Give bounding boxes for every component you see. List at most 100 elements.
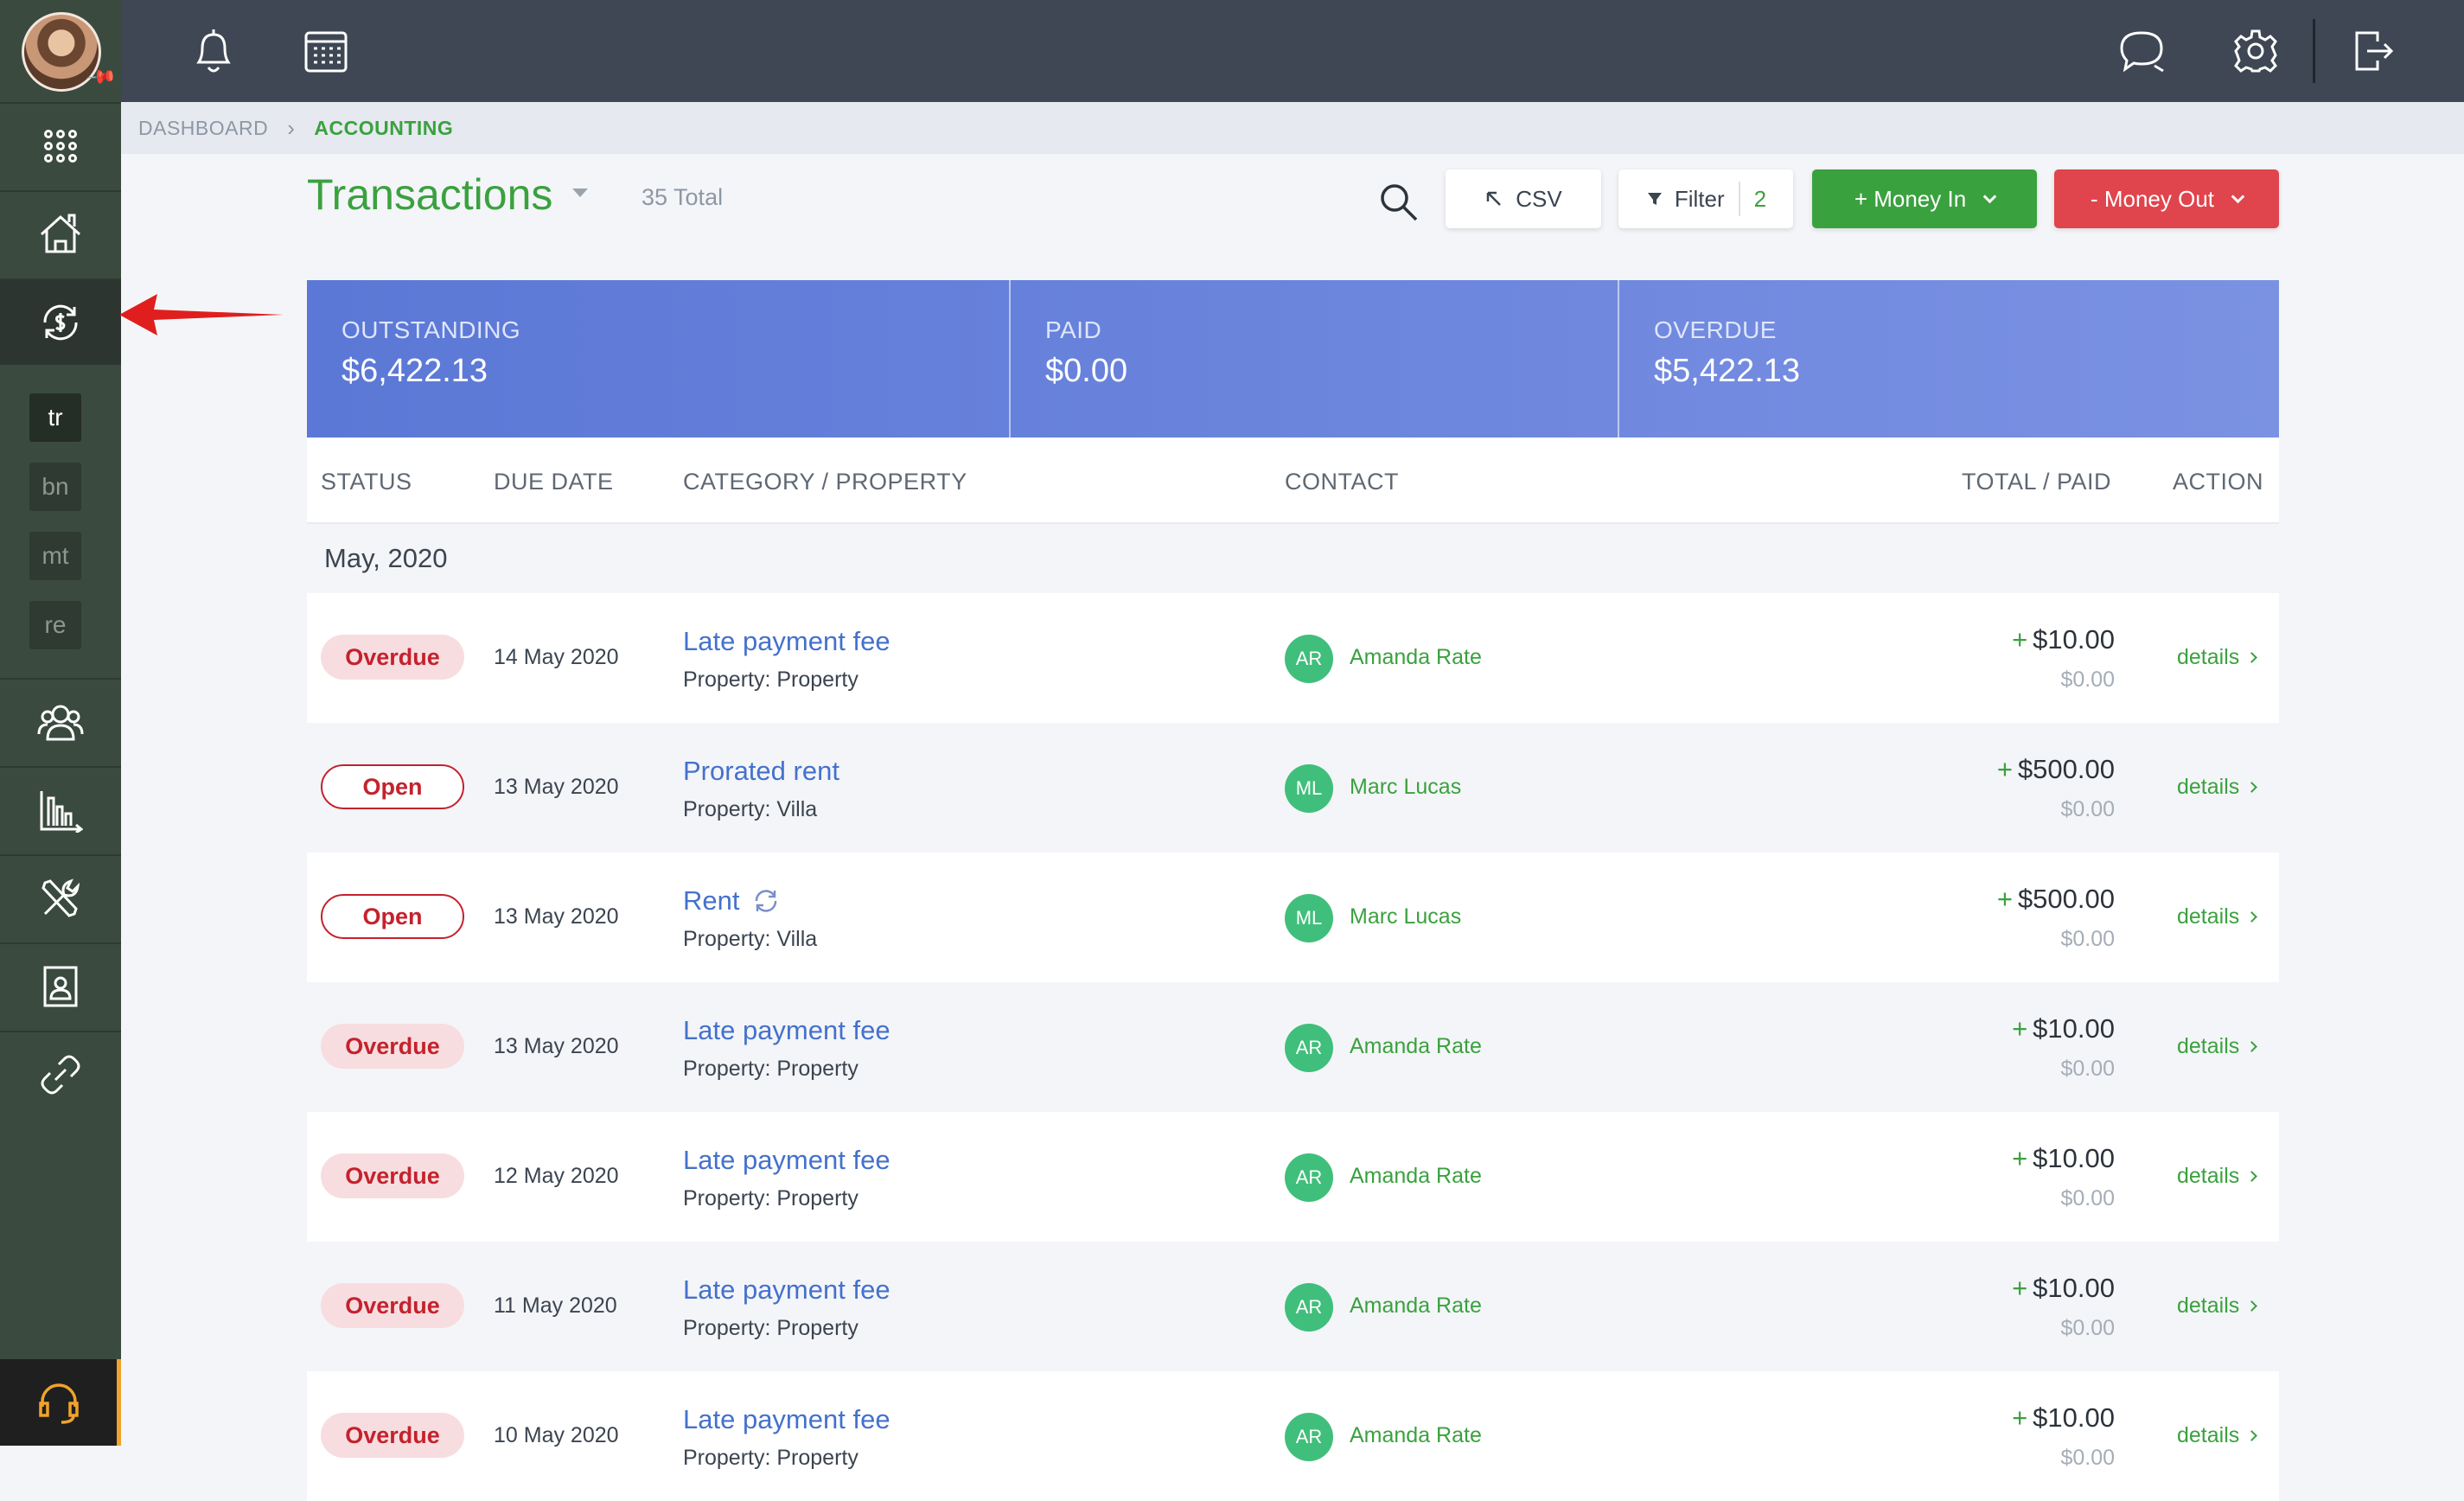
- chevron-right-icon: [2246, 782, 2258, 793]
- contact-avatar[interactable]: ML: [1285, 894, 1333, 942]
- sidebar-item-integrations[interactable]: [0, 1031, 121, 1117]
- breadcrumb-separator-icon: ›: [287, 114, 296, 141]
- calendar-button[interactable]: [299, 24, 353, 78]
- contact-avatar[interactable]: ML: [1285, 764, 1333, 813]
- due-date: 10 May 2020: [494, 1423, 619, 1447]
- contact-avatar[interactable]: AR: [1285, 1413, 1333, 1461]
- column-header-total-paid[interactable]: TOTAL / PAID: [1962, 469, 2111, 495]
- contact-avatar[interactable]: AR: [1285, 1283, 1333, 1332]
- title-dropdown-caret-icon[interactable]: [572, 188, 588, 197]
- sidebar-item-reports[interactable]: [0, 766, 121, 853]
- details-label: details: [2177, 1034, 2240, 1058]
- messages-button[interactable]: [2115, 24, 2168, 78]
- money-out-button[interactable]: - Money Out: [2054, 169, 2279, 228]
- plus-sign: +: [2012, 1143, 2028, 1173]
- status-badge: Open: [321, 764, 464, 809]
- money-in-button[interactable]: + Money In: [1812, 169, 2037, 228]
- csv-export-button[interactable]: CSV: [1446, 169, 1601, 228]
- property-label: Property: Property: [683, 1446, 859, 1470]
- details-label: details: [2177, 1423, 2240, 1447]
- details-link[interactable]: details: [2177, 1034, 2258, 1059]
- details-link[interactable]: details: [2177, 904, 2258, 929]
- column-header-due-date[interactable]: DUE DATE: [494, 469, 614, 495]
- category-label: Late payment fee: [683, 1274, 890, 1305]
- column-header-status[interactable]: STATUS: [321, 469, 412, 495]
- contact-link[interactable]: Marc Lucas: [1350, 904, 1461, 929]
- outstanding-value: $6,422.13: [342, 353, 488, 389]
- plus-sign: +: [2012, 1273, 2028, 1303]
- details-link[interactable]: details: [2177, 1423, 2258, 1448]
- bell-icon: [196, 29, 231, 73]
- summary-outstanding[interactable]: OUTSTANDING $6,422.13: [307, 280, 1009, 438]
- details-link[interactable]: details: [2177, 1293, 2258, 1319]
- category-link[interactable]: Late payment fee: [683, 626, 890, 657]
- category-link[interactable]: Late payment fee: [683, 1404, 890, 1435]
- summary-overdue[interactable]: OVERDUE $5,422.13: [1618, 280, 2279, 438]
- category-link[interactable]: Rent: [683, 885, 781, 917]
- contact-link[interactable]: Amanda Rate: [1350, 1293, 1482, 1319]
- table-row[interactable]: Overdue 12 May 2020 Late payment fee Proper…: [307, 1112, 2279, 1242]
- sidebar-item-accounting[interactable]: [0, 278, 121, 365]
- column-header-category[interactable]: CATEGORY / PROPERTY: [683, 469, 967, 495]
- details-link[interactable]: details: [2177, 775, 2258, 800]
- sidebar-sub-bn[interactable]: bn: [29, 463, 81, 511]
- sidebar-sub-re[interactable]: re: [29, 601, 81, 649]
- contact-avatar[interactable]: AR: [1285, 1153, 1333, 1202]
- category-link[interactable]: Late payment fee: [683, 1145, 890, 1176]
- table-row[interactable]: Overdue 13 May 2020 Late payment fee Proper…: [307, 982, 2279, 1112]
- details-link[interactable]: details: [2177, 645, 2258, 670]
- contact-avatar[interactable]: AR: [1285, 635, 1333, 683]
- calendar-icon: [304, 31, 348, 73]
- chevron-right-icon: [2246, 1300, 2258, 1312]
- contact-avatar[interactable]: AR: [1285, 1024, 1333, 1072]
- topbar-divider: [2313, 19, 2315, 83]
- summary-paid[interactable]: PAID $0.00: [1009, 280, 1618, 438]
- sidebar-item-contacts[interactable]: [0, 678, 121, 764]
- chevron-right-icon: [2246, 911, 2258, 923]
- breadcrumb-dashboard[interactable]: DASHBOARD: [138, 117, 268, 140]
- plus-sign: +: [1996, 884, 2013, 914]
- logout-icon: [2355, 31, 2394, 71]
- chevron-right-icon: [2246, 1041, 2258, 1052]
- filter-count-badge: 2: [1753, 185, 1767, 212]
- table-row[interactable]: Overdue 11 May 2020 Late payment fee Proper…: [307, 1242, 2279, 1371]
- sidebar-sub-mt[interactable]: mt: [29, 532, 81, 580]
- notifications-button[interactable]: [187, 24, 240, 78]
- sidebar-item-apps[interactable]: [0, 102, 121, 188]
- property-label: Property: Villa: [683, 927, 818, 951]
- table-row[interactable]: Overdue 14 May 2020 Late payment fee Proper…: [307, 593, 2279, 723]
- sidebar-item-maintenance[interactable]: [0, 854, 121, 941]
- page-title[interactable]: Transactions: [307, 169, 552, 220]
- total-amount: + $10.00: [2012, 624, 2115, 655]
- total-value: $10.00: [2033, 1402, 2115, 1433]
- table-row[interactable]: Open 13 May 2020 Rent Property: Villa ML Marc…: [307, 853, 2279, 982]
- details-link[interactable]: details: [2177, 1164, 2258, 1189]
- search-button[interactable]: [1376, 180, 1421, 225]
- sidebar-item-properties[interactable]: [0, 190, 121, 277]
- table-row[interactable]: Overdue 10 May 2020 Late payment fee Proper…: [307, 1371, 2279, 1501]
- category-link[interactable]: Late payment fee: [683, 1015, 890, 1046]
- table-row[interactable]: Open 13 May 2020 Prorated rent Property: Vi…: [307, 723, 2279, 853]
- contact-link[interactable]: Marc Lucas: [1350, 775, 1461, 800]
- contact-document-icon: [43, 966, 78, 1007]
- details-label: details: [2177, 775, 2240, 799]
- category-link[interactable]: Late payment fee: [683, 1274, 890, 1306]
- sidebar-item-documents[interactable]: [0, 942, 121, 1029]
- sidebar-sub-tr[interactable]: tr: [29, 393, 81, 442]
- filter-funnel-icon: [1647, 193, 1662, 205]
- contact-link[interactable]: Amanda Rate: [1350, 1034, 1482, 1059]
- column-header-contact[interactable]: CONTACT: [1285, 469, 1399, 495]
- paid-label: PAID: [1045, 316, 1102, 343]
- category-label: Late payment fee: [683, 1404, 890, 1434]
- sidebar: 📌 tr bn mt re: [0, 0, 121, 1446]
- category-link[interactable]: Prorated rent: [683, 756, 839, 787]
- filter-button[interactable]: Filter 2: [1618, 169, 1793, 228]
- support-button[interactable]: [0, 1359, 121, 1446]
- contact-link[interactable]: Amanda Rate: [1350, 1164, 1482, 1189]
- contact-link[interactable]: Amanda Rate: [1350, 1423, 1482, 1448]
- logout-button[interactable]: [2346, 24, 2400, 78]
- settings-button[interactable]: [2229, 24, 2282, 78]
- paid-amount: $0.00: [2060, 1316, 2115, 1340]
- contact-link[interactable]: Amanda Rate: [1350, 645, 1482, 670]
- gear-icon: [2234, 29, 2277, 73]
